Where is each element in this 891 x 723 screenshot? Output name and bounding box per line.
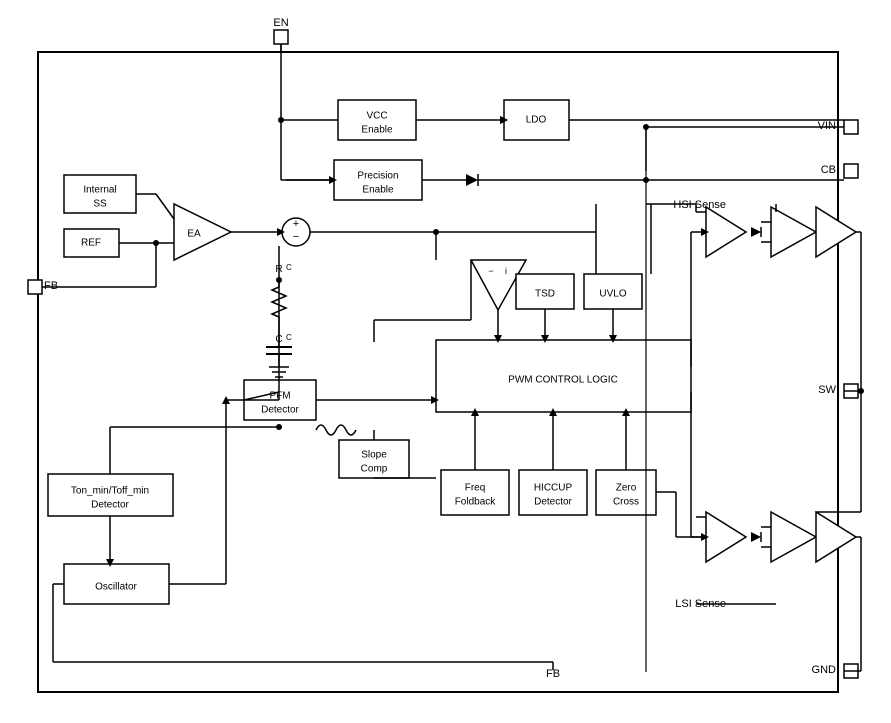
svg-text:Detector: Detector [534, 496, 572, 507]
svg-text:+: + [292, 218, 298, 230]
svg-text:Cross: Cross [612, 496, 638, 507]
svg-text:C: C [286, 333, 292, 342]
svg-text:PWM CONTROL LOGIC: PWM CONTROL LOGIC [508, 374, 618, 385]
svg-text:Detector: Detector [261, 404, 299, 415]
svg-text:SW: SW [818, 384, 836, 396]
svg-text:HSI Sense: HSI Sense [673, 199, 726, 211]
svg-text:Ton_min/Toff_min: Ton_min/Toff_min [70, 485, 148, 496]
svg-text:FB: FB [44, 280, 58, 292]
svg-text:REF: REF [81, 237, 101, 248]
svg-text:Comp: Comp [360, 463, 387, 474]
svg-text:Zero: Zero [615, 482, 636, 493]
svg-text:Enable: Enable [361, 124, 393, 135]
svg-text:EN: EN [273, 17, 288, 29]
svg-text:Detector: Detector [91, 499, 129, 510]
svg-text:Enable: Enable [362, 184, 394, 195]
svg-text:CB: CB [820, 164, 835, 176]
svg-text:UVLO: UVLO [599, 288, 626, 299]
svg-text:VCC: VCC [366, 110, 387, 121]
svg-text:C: C [286, 263, 292, 272]
svg-text:EA: EA [187, 228, 201, 239]
svg-text:Slope: Slope [361, 449, 387, 460]
svg-text:Internal: Internal [83, 184, 116, 195]
svg-text:HICCUP: HICCUP [533, 482, 572, 493]
svg-text:Precision: Precision [357, 170, 398, 181]
svg-text:TSD: TSD [535, 288, 555, 299]
svg-text:VIN: VIN [817, 120, 835, 132]
svg-text:SS: SS [93, 198, 107, 209]
svg-text:LDO: LDO [525, 114, 546, 125]
svg-text:i: i [505, 266, 507, 276]
svg-text:Freq: Freq [464, 482, 485, 493]
block-diagram: EN VIN CB SW GND FB FB HSI Sense LSI Sen… [16, 12, 876, 712]
svg-text:−: − [292, 231, 298, 243]
svg-text:Foldback: Foldback [454, 496, 496, 507]
svg-text:Oscillator: Oscillator [95, 581, 137, 592]
svg-text:−: − [488, 266, 493, 276]
svg-text:GND: GND [811, 664, 836, 676]
